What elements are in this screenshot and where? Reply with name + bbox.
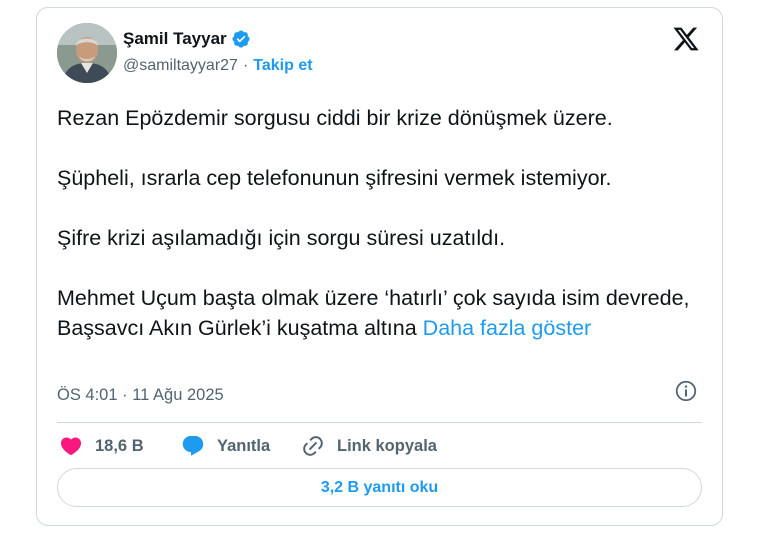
read-replies-label: 3,2 B yanıtı oku xyxy=(320,478,439,496)
reply-label: Yanıtla xyxy=(217,436,271,455)
show-more-link[interactable]: Daha fazla göster xyxy=(423,316,592,340)
tweet-timestamp[interactable]: ÖS 4:01 · 11 Ağu 2025 xyxy=(57,386,224,405)
follow-button[interactable]: Takip et xyxy=(253,57,312,75)
tweet-card: Şamil Tayyar @samiltayyar27 · Takip et R… xyxy=(36,7,723,526)
author-name[interactable]: Şamil Tayyar xyxy=(123,29,227,49)
verified-badge-icon xyxy=(231,29,251,49)
meta-separator: · xyxy=(122,386,128,404)
reply-bubble-icon xyxy=(182,436,204,456)
tweet-time: ÖS 4:01 xyxy=(57,386,118,404)
like-count: 18,6 B xyxy=(95,436,144,455)
reply-button[interactable]: Yanıtla xyxy=(181,434,301,458)
read-replies-button[interactable]: 3,2 B yanıtı oku xyxy=(57,468,702,507)
copy-link-label: Link kopyala xyxy=(337,436,437,455)
author-name-row: Şamil Tayyar xyxy=(123,29,251,49)
tweet-paragraph-last: Mehmet Uçum başta olmak üzere ‘hatırlı’ … xyxy=(57,283,707,343)
copy-link-button[interactable]: Link kopyala xyxy=(301,434,437,458)
tweet-paragraph: Şifre krizi aşılamadığı için sorgu süres… xyxy=(57,226,506,250)
like-button[interactable]: 18,6 B xyxy=(59,434,181,458)
divider xyxy=(57,422,702,423)
avatar[interactable] xyxy=(57,23,117,83)
separator-dot: · xyxy=(242,57,249,74)
tweet-date: 11 Ağu 2025 xyxy=(132,386,224,404)
author-handle[interactable]: @samiltayyar27 xyxy=(123,57,238,75)
tweet-paragraph-text: Mehmet Uçum başta olmak üzere ‘hatırlı’ … xyxy=(57,286,690,340)
author-handle-row: @samiltayyar27 · Takip et xyxy=(123,57,313,75)
link-icon xyxy=(303,436,323,456)
tweet-text: Rezan Epözdemir sorgusu ciddi bir krize … xyxy=(57,103,707,343)
heart-icon xyxy=(60,437,82,456)
x-logo-icon[interactable] xyxy=(672,25,700,53)
action-bar: 18,6 B Yanıtla Link kopyala xyxy=(59,434,437,458)
tweet-paragraph: Rezan Epözdemir sorgusu ciddi bir krize … xyxy=(57,106,613,130)
info-icon[interactable] xyxy=(674,379,698,403)
tweet-paragraph: Şüpheli, ısrarla cep telefonunun şifresi… xyxy=(57,166,612,190)
